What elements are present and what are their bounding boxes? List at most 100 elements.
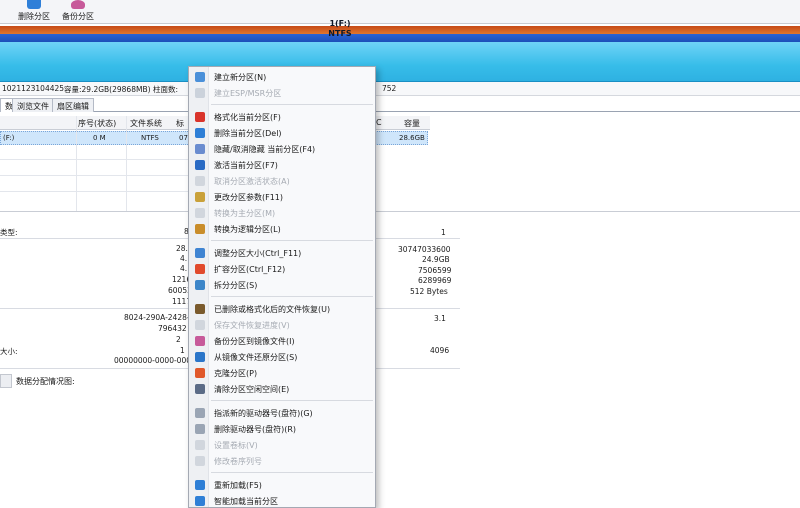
context-menu: 建立新分区(N) 建立ESP/MSR分区格式化当前分区(F) 删除当前分区(Del)… [188, 66, 376, 508]
context-menu-item: 修改卷序列号 [190, 453, 375, 469]
context-menu-item: 取消分区激活状态(A) [190, 173, 375, 189]
context-menu-item[interactable]: 重新加载(F5) [190, 477, 375, 493]
tab-browse-files[interactable]: 浏览文件 [12, 98, 54, 112]
partition-label: 1(F:) [329, 19, 351, 28]
context-menu-item[interactable]: 激活当前分区(F7) [190, 157, 375, 173]
context-menu-item[interactable]: 更改分区参数(F11) [190, 189, 375, 205]
serial-icon [195, 456, 205, 466]
context-menu-item-label: 转换为主分区(M) [214, 209, 276, 218]
context-menu-item[interactable]: 克隆分区(P) [190, 365, 375, 381]
context-menu-item[interactable]: 格式化当前分区(F) [190, 109, 375, 125]
context-menu-item[interactable]: 隐藏/取消隐藏 当前分区(F4) [190, 141, 375, 157]
context-menu-separator [211, 104, 373, 105]
col-flag[interactable]: 标 [176, 118, 184, 129]
grid-line [126, 116, 127, 212]
context-menu-item-label: 修改卷序列号 [214, 457, 262, 466]
context-menu-item-label: 格式化当前分区(F) [214, 113, 281, 122]
recover-icon [195, 304, 205, 314]
context-menu-item-label: 扩容分区(Ctrl_F12) [214, 265, 286, 274]
context-menu-item[interactable]: 清除分区空闲空间(E) [190, 381, 375, 397]
context-menu-item[interactable]: 从镜像文件还原分区(S) [190, 349, 375, 365]
detail-value: 7506599 [418, 266, 452, 275]
trash-icon [27, 0, 41, 9]
context-menu-item-label: 智能加载当前分区 [214, 497, 278, 506]
context-menu-item: 建立ESP/MSR分区 [190, 85, 375, 101]
esp-icon [195, 88, 205, 98]
context-menu-item[interactable]: 建立新分区(N) [190, 69, 375, 85]
tab-bar: 数 浏览文件 扇区编辑 [0, 98, 800, 112]
col-filesystem[interactable]: 文件系统 [130, 118, 162, 129]
grid-line [0, 159, 188, 160]
col-index[interactable]: 序号(状态) [78, 118, 116, 129]
context-menu-item-label: 已删除或格式化后的文件恢复(U) [214, 305, 331, 314]
context-menu-item[interactable]: 删除驱动器号(盘符)(R) [190, 421, 375, 437]
col-c[interactable]: C [376, 118, 382, 127]
context-menu-separator [211, 400, 373, 401]
delete-partition-button[interactable]: 删除分区 [14, 0, 54, 24]
context-menu-item[interactable]: 备份分区到镜像文件(I) [190, 333, 375, 349]
context-menu-separator [211, 296, 373, 297]
detail-label-size: 大小: [0, 347, 18, 356]
format-icon [195, 112, 205, 122]
col-capacity[interactable]: 容量 [404, 118, 420, 129]
context-menu-separator [211, 472, 373, 473]
disk-info-tail: 752 [382, 84, 397, 93]
detail-value: 796432 [158, 324, 187, 333]
context-menu-item-label: 设置卷标(V) [214, 441, 258, 450]
new-partition-icon [195, 72, 205, 82]
delete-partition-label: 删除分区 [18, 12, 50, 21]
disk-cylinders: 柱面数: [153, 85, 179, 94]
context-menu-item[interactable]: 指派新的驱动器号(盘符)(G) [190, 405, 375, 421]
resize-icon [195, 248, 205, 258]
context-menu-item[interactable]: 已删除或格式化后的文件恢复(U) [190, 301, 375, 317]
context-menu-item-label: 更改分区参数(F11) [214, 193, 284, 202]
context-menu-item[interactable]: 转换为逻辑分区(L) [190, 221, 375, 237]
grid-line [0, 191, 188, 192]
backup-icon [71, 0, 85, 9]
context-menu-item-label: 取消分区激活状态(A) [214, 177, 290, 186]
tab-sector-editor[interactable]: 扇区编辑 [52, 98, 94, 112]
activate-icon [195, 160, 205, 170]
trash-icon [195, 128, 205, 138]
partition-filesystem: NTFS [328, 29, 352, 38]
context-menu-item-label: 从镜像文件还原分区(S) [214, 353, 298, 362]
context-menu-item-label: 备份分区到镜像文件(I) [214, 337, 295, 346]
save-progress-icon [195, 320, 205, 330]
disk-strip-band [0, 34, 800, 42]
context-menu-item-label: 建立新分区(N) [214, 73, 267, 82]
grid-line [0, 175, 188, 176]
allocation-map-row: 数据分配情况图: [0, 374, 180, 388]
context-menu-item-label: 删除驱动器号(盘符)(R) [214, 425, 297, 434]
hide-icon [195, 144, 205, 154]
to-primary-icon [195, 208, 205, 218]
partition-block[interactable] [0, 42, 800, 82]
context-menu-item-label: 拆分分区(S) [214, 281, 258, 290]
context-menu-item[interactable]: 扩容分区(Ctrl_F12) [190, 261, 375, 277]
detail-value: 4. [180, 254, 188, 263]
detail-value: 6289969 [418, 276, 452, 285]
detail-value: 30747033600 [398, 245, 451, 254]
clone-icon [195, 368, 205, 378]
disk-info-line: 1021123104425 容量:29.2GB(29868MB) 柱面数: 75… [0, 82, 800, 96]
detail-value: 2 [176, 335, 181, 344]
detail-value: 00000000-0000-0000 [114, 356, 196, 365]
backup-partition-button[interactable]: 备份分区 [58, 0, 98, 24]
context-menu-item[interactable]: 智能加载当前分区 [190, 493, 375, 508]
disk-strip-top [0, 26, 800, 34]
disk-map-bar[interactable] [0, 26, 800, 82]
backup-partition-label: 备份分区 [62, 12, 94, 21]
context-menu-item-label: 保存文件恢复进度(V) [214, 321, 290, 330]
context-menu-item-label: 激活当前分区(F7) [214, 161, 278, 170]
table-bottom-border [0, 211, 800, 212]
wipe-icon [195, 384, 205, 394]
context-menu-item[interactable]: 拆分分区(S) [190, 277, 375, 293]
context-menu-item-label: 调整分区大小(Ctrl_F11) [214, 249, 302, 258]
allocation-map-toggle[interactable] [0, 374, 12, 388]
remove-letter-icon [195, 424, 205, 434]
context-menu-item[interactable]: 删除当前分区(Del) [190, 125, 375, 141]
toolbar: 删除分区 备份分区 [0, 0, 800, 24]
context-menu-separator [211, 240, 373, 241]
context-menu-item[interactable]: 调整分区大小(Ctrl_F11) [190, 245, 375, 261]
detail-value: 1 [180, 346, 185, 355]
volume-label-icon [195, 440, 205, 450]
